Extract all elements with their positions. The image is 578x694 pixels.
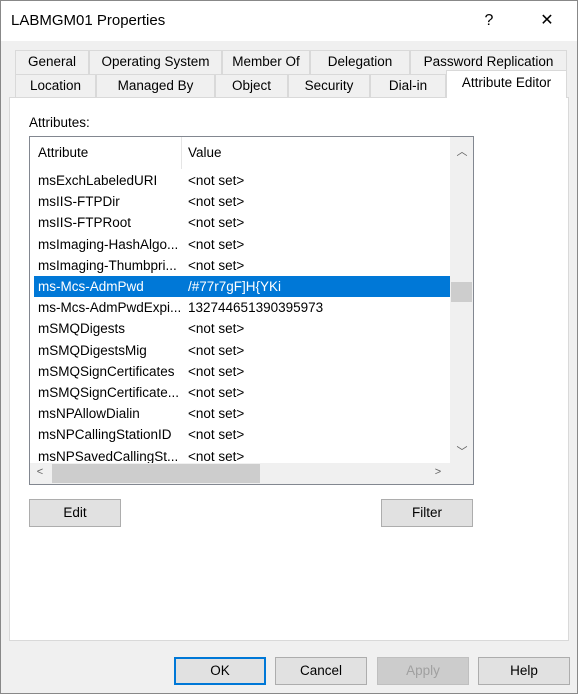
attributes-list[interactable]: Attribute Value msExchLabeledURI <not set… [29, 136, 474, 485]
attribute-value: /#77r7gF]H{YKi [188, 279, 282, 294]
attributes-label: Attributes: [29, 115, 90, 130]
table-row[interactable]: msNPCallingStationID <not set> [34, 424, 450, 445]
table-row[interactable]: msIIS-FTPRoot <not set> [34, 212, 450, 233]
attribute-name: mSMQSignCertificate... [38, 385, 180, 400]
attribute-value: 132744651390395973 [188, 300, 324, 316]
attribute-name: msIIS-FTPDir [38, 194, 120, 210]
column-divider[interactable] [181, 137, 182, 169]
table-row[interactable]: msExchLabeledURI <not set> [34, 170, 450, 191]
tab-attribute-editor[interactable]: Attribute Editor [446, 70, 567, 98]
table-row[interactable]: msNPAllowDialin <not set> [34, 403, 450, 424]
tab-object[interactable]: Object [215, 74, 288, 98]
table-row[interactable]: mSMQDigestsMig <not set> [34, 340, 450, 361]
vertical-scroll-thumb[interactable] [451, 282, 472, 302]
edit-button[interactable]: Edit [29, 499, 121, 527]
horizontal-scrollbar[interactable]: < > [30, 463, 450, 484]
attribute-value: <not set> [188, 321, 245, 337]
filter-button[interactable]: Filter [381, 499, 473, 527]
vertical-scrollbar[interactable]: ︿ ﹀ [450, 137, 473, 463]
table-row[interactable]: msImaging-Thumbpri... <not set> [34, 255, 450, 276]
column-header-value[interactable]: Value [188, 145, 222, 160]
attribute-name: mSMQSignCertificates [38, 363, 175, 379]
attribute-value: <not set> [188, 236, 245, 252]
title-bar: LABMGM01 Properties ? ✕ [1, 1, 577, 41]
table-row[interactable]: msImaging-HashAlgo... <not set> [34, 234, 450, 255]
help-button[interactable]: Help [478, 657, 570, 685]
horizontal-scroll-thumb[interactable] [52, 464, 260, 483]
table-row[interactable]: mSMQDigests <not set> [34, 318, 450, 339]
attribute-value: <not set> [188, 427, 245, 443]
attribute-name: mSMQDigests [38, 321, 126, 337]
attribute-name: ms-Mcs-AdmPwd [38, 279, 144, 294]
attribute-name: msImaging-HashAlgo... [38, 236, 179, 252]
table-row[interactable]: mSMQSignCertificate... <not set> [34, 382, 450, 403]
attribute-value: <not set> [188, 173, 245, 188]
attribute-name: ms-Mcs-AdmPwdExpi... [38, 300, 182, 316]
attribute-value: <not set> [188, 406, 245, 422]
attribute-value: <not set> [188, 194, 245, 210]
apply-button[interactable]: Apply [377, 657, 469, 685]
scroll-right-icon[interactable]: > [428, 466, 448, 478]
tab-security[interactable]: Security [288, 74, 370, 98]
column-header-attribute[interactable]: Attribute [38, 145, 88, 160]
window-title: LABMGM01 Properties [11, 12, 166, 29]
table-row[interactable]: msIIS-FTPDir <not set> [34, 191, 450, 212]
close-icon[interactable]: ✕ [527, 7, 567, 35]
attribute-name: msExchLabeledURI [38, 173, 158, 188]
cancel-button[interactable]: Cancel [275, 657, 367, 685]
tab-operating-system[interactable]: Operating System [89, 50, 222, 74]
attribute-name: msNPAllowDialin [38, 406, 140, 422]
table-row[interactable]: mSMQSignCertificates <not set> [34, 361, 450, 382]
scroll-corner [450, 463, 473, 484]
attribute-value: <not set> [188, 257, 245, 273]
attribute-value: <not set> [188, 215, 245, 231]
tab-managed-by[interactable]: Managed By [96, 74, 215, 98]
attribute-value: <not set> [188, 363, 245, 379]
list-header: Attribute Value [30, 137, 450, 169]
tab-location[interactable]: Location [15, 74, 96, 98]
attribute-name: mSMQDigestsMig [38, 342, 147, 358]
scroll-down-icon[interactable]: ﹀ [452, 443, 472, 459]
tab-delegation[interactable]: Delegation [310, 50, 410, 74]
help-icon[interactable]: ? [469, 7, 509, 35]
scroll-up-icon[interactable]: ︿ [452, 143, 472, 159]
table-row[interactable]: ms-Mcs-AdmPwd /#77r7gF]H{YKi [34, 276, 450, 297]
ok-button[interactable]: OK [174, 657, 266, 685]
tab-general[interactable]: General [15, 50, 89, 74]
tab-dial-in[interactable]: Dial-in [370, 74, 446, 98]
attribute-value: <not set> [188, 342, 245, 358]
attribute-value: <not set> [188, 385, 245, 400]
attribute-name: msNPCallingStationID [38, 427, 172, 443]
attribute-name: msImaging-Thumbpri... [38, 257, 177, 273]
attribute-name: msIIS-FTPRoot [38, 215, 132, 231]
tab-member-of[interactable]: Member Of [222, 50, 310, 74]
table-row[interactable]: ms-Mcs-AdmPwdExpi... 132744651390395973 [34, 297, 450, 318]
scroll-left-icon[interactable]: < [30, 466, 50, 478]
